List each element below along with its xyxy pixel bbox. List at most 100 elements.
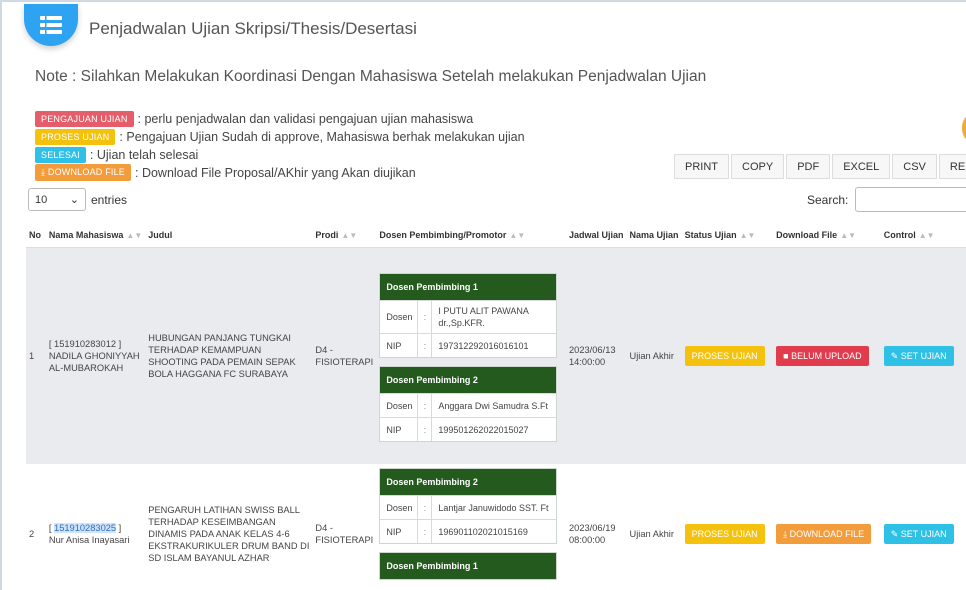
legend-badge-label: DOWNLOAD FILE [47,167,125,177]
excel-button[interactable]: EXCEL [832,154,891,179]
pdf-button[interactable]: PDF [786,154,831,179]
dosen-label: Dosen [380,301,419,334]
col-header-control[interactable]: Control ▲▼ [880,223,966,248]
dosen-name: Lantjar Januwidodo SST. Ft [438,502,549,513]
dosen-label: Dosen [380,496,419,519]
nip-label: NIP [380,418,419,442]
status-badge: PROSES UJIAN [684,345,765,366]
nip-label: NIP [380,520,419,543]
cell-download: ■ BELUM UPLOAD [773,247,881,464]
cell-nama-ujian: Ujian Akhir [626,464,682,590]
dosen-card-title: Dosen Pembimbing 1 [380,274,557,301]
csv-button[interactable]: CSV [892,154,937,179]
set-ujian-button[interactable]: ✎ SET UJIAN [883,345,954,366]
dosen-card: Dosen Pembimbing 1 [379,552,558,580]
note-text: Note : Silahkan Melakukan Koordinasi Den… [35,68,707,85]
search-input[interactable] [855,187,966,212]
cell-prodi: D4 - FISIOTERAPI [312,464,377,590]
legend-row: PROSES UJIAN : Pengajuan Ujian Sudah di … [35,128,525,145]
list-icon [24,4,78,46]
student-name: Nur Anisa Inayasari [48,535,130,545]
schedule-table: No Nama Mahasiswa ▲▼ Judul Prodi ▲▼ Dosen … [26,223,966,590]
cell-nama-ujian: Ujian Akhir [626,247,682,464]
cell-judul: HUBUNGAN PANJANG TUNGKAI TERHADAP KEMAMP… [145,247,313,464]
col-header-nama-ujian[interactable]: Nama Ujian [626,223,682,248]
nip-label: NIP [380,334,419,358]
legend-badge-download: ⤓ DOWNLOAD FILE [35,164,131,181]
export-toolbar: PRINT COPY PDF EXCEL CSV RELOAD [674,154,966,179]
download-file-button[interactable]: ⤓ DOWNLOAD FILE [776,524,872,544]
cell-jadwal: 2023/06/19 08:00:00 [566,464,627,590]
belum-upload-button[interactable]: ■ BELUM UPLOAD [776,345,869,366]
legend-text: : Pengajuan Ujian Sudah di approve, Maha… [119,129,525,144]
legend-row: PENGAJUAN UJIAN : perlu penjadwalan dan … [35,110,525,127]
dosen-card-title: Dosen Pembimbing 1 [380,553,557,579]
table-row: 2 [ 151910283025 ] Nur Anisa Inayasari P… [26,464,966,590]
file-icon: ■ [783,350,792,361]
belum-upload-label: BELUM UPLOAD [791,350,862,361]
pencil-icon: ✎ [890,350,901,361]
cell-control: ✎ SET UJIAN [880,464,966,590]
set-ujian-button[interactable]: ✎ SET UJIAN [883,524,954,544]
cell-jadwal: 2023/06/13 14:00:00 [566,247,627,464]
dosen-card: Dosen Pembimbing 1 Dosen: I PUTU ALIT PAW… [379,273,558,359]
page-title: Penjadwalan Ujian Skripsi/Thesis/Deserta… [89,19,417,38]
student-name: NADILA GHONIYYAH AL-MUBAROKAH [48,350,140,373]
table-row: 1 [ 151910283012 ] NADILA GHONIYYAH AL-M… [26,247,966,464]
table-header-row: No Nama Mahasiswa ▲▼ Judul Prodi ▲▼ Dosen … [26,223,966,248]
col-header-dosen[interactable]: Dosen Pembimbing/Promotor ▲▼ [376,223,566,248]
legend-badge-selesai: SELESAI [35,146,86,163]
pencil-icon: ✎ [890,529,901,539]
cell-control: ✎ SET UJIAN [880,247,966,464]
legend-badge-pengajuan: PENGAJUAN UJIAN [35,110,134,127]
reload-button[interactable]: RELOAD [938,154,966,179]
copy-button[interactable]: COPY [731,154,785,179]
col-header-jadwal[interactable]: Jadwal Ujian [566,223,627,248]
search-label: Search: [807,192,849,207]
dosen-nip: 196901102021015169 [438,526,528,537]
cell-download: ⤓ DOWNLOAD FILE [773,464,881,590]
status-badge: PROSES UJIAN [684,524,765,544]
dosen-nip: 199501262022015027 [438,424,529,435]
cell-no: 2 [26,464,46,590]
legend-text: : Ujian telah selesai [89,147,199,162]
entries-label: entries [91,192,128,207]
col-header-download[interactable]: Download File ▲▼ [773,223,881,248]
entries-value: 10 [35,193,48,206]
cell-judul: PENGARUH LATIHAN SWISS BALL TERHADAP KES… [145,464,313,590]
col-header-judul[interactable]: Judul [145,223,313,248]
col-header-nama[interactable]: Nama Mahasiswa ▲▼ [45,223,146,248]
legend-text: : perlu penjadwalan dan validasi pengaju… [137,111,474,126]
dosen-label: Dosen [380,394,419,418]
legend-row: SELESAI : Ujian telah selesai [35,146,525,163]
download-icon: ⤓ [41,167,48,177]
legend-badge-proses: PROSES UJIAN [35,128,116,145]
cell-dosen: Dosen Pembimbing 2 Dosen: Lantjar Januwid… [376,464,566,590]
legend-row: ⤓ DOWNLOAD FILE : Download File Proposal… [35,164,525,181]
print-button[interactable]: PRINT [674,154,729,179]
cell-nama: [ 151910283012 ] NADILA GHONIYYAH AL-MUB… [45,247,146,464]
dosen-name: Anggara Dwi Samudra S.Ft [438,400,548,411]
cell-nama: [ 151910283025 ] Nur Anisa Inayasari [45,464,146,590]
entries-length-control: 10 ⌄ entries [28,188,127,211]
col-header-no[interactable]: No [26,223,46,248]
cell-status: PROSES UJIAN [681,464,774,590]
floating-action-button[interactable] [962,114,966,142]
col-header-prodi[interactable]: Prodi ▲▼ [312,223,377,248]
status-legend: PENGAJUAN UJIAN : perlu penjadwalan dan … [35,110,525,182]
set-ujian-label: SET UJIAN [900,350,947,361]
dosen-nip: 197312292016016101 [438,340,529,351]
page: Penjadwalan Ujian Skripsi/Thesis/Deserta… [0,0,966,590]
dosen-card: Dosen Pembimbing 2 Dosen: Lantjar Januwid… [379,468,558,544]
col-header-status[interactable]: Status Ujian ▲▼ [681,223,774,248]
dosen-card-title: Dosen Pembimbing 2 [380,469,557,495]
student-nim: [ 151910283025 ] [48,523,122,533]
cell-no: 1 [26,247,46,464]
dosen-card: Dosen Pembimbing 2 Dosen: Anggara Dwi Sam… [379,366,558,443]
student-nim-highlight: 151910283025 [54,523,117,533]
set-ujian-label: SET UJIAN [900,529,947,539]
entries-select[interactable]: 10 ⌄ [28,188,86,211]
table-search: Search: [807,187,966,212]
cell-status: PROSES UJIAN [681,247,774,464]
student-nim: [ 151910283012 ] [48,338,122,349]
